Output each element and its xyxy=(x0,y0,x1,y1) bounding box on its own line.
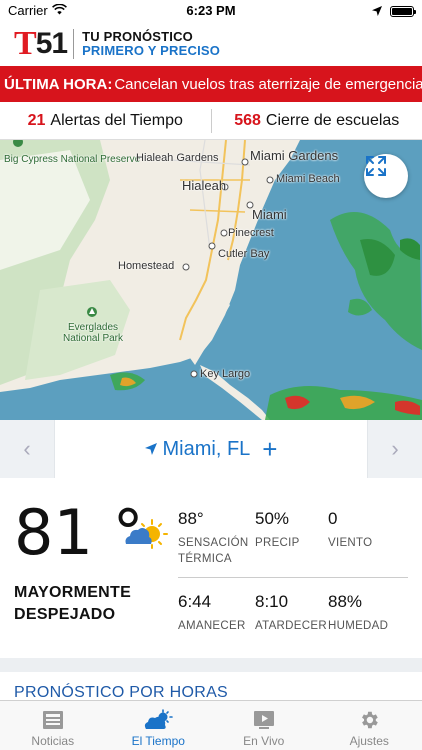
condition-line-1: MAYORMENTE xyxy=(14,584,132,601)
status-bar: Carrier 6:23 PM xyxy=(0,0,422,22)
next-location-button[interactable]: › xyxy=(368,436,422,462)
tab-bar: Noticias El Tiempo En Vivo Ajustes xyxy=(0,700,422,750)
status-time: 6:23 PM xyxy=(186,3,236,18)
map-label-miami-beach: Miami Beach xyxy=(276,173,340,185)
breaking-news-text: Cancelan vuelos tras aterrizaje de emerg… xyxy=(114,75,422,93)
map-label-pinecrest: Pinecrest xyxy=(228,227,274,239)
radar-map[interactable]: Big Cypress National Preserve Hialeah Ga… xyxy=(0,140,422,420)
chevron-right-icon: › xyxy=(391,436,399,461)
school-closings-label: Cierre de escuelas xyxy=(265,111,400,129)
feels-like-label-2: TÉRMICA xyxy=(178,552,232,565)
humidity-value: 88% xyxy=(328,592,363,611)
precip-label: PRECIP xyxy=(255,537,300,549)
map-label-hialeah: Hialeah xyxy=(182,178,227,193)
map-label-cutler-bay: Cutler Bay xyxy=(218,248,270,260)
breaking-news-banner[interactable]: ÚLTIMA HORA: Cancelan vuelos tras aterri… xyxy=(0,66,422,102)
tagline: TU PRONÓSTICO PRIMERO Y PRECISO xyxy=(82,30,220,57)
map-label-hialeah-gardens: Hialeah Gardens xyxy=(136,152,219,164)
location-services-icon xyxy=(372,4,382,19)
school-closings-link[interactable]: 568 Cierre de escuelas xyxy=(212,102,422,139)
feels-like-label: SENSACIÓN TÉRMICA xyxy=(178,536,248,567)
tab-settings[interactable]: Ajustes xyxy=(317,701,422,750)
wind-value: 0 xyxy=(328,509,338,528)
condition-text: MAYORMENTE DESPEJADO xyxy=(14,582,131,625)
add-location-button[interactable]: + xyxy=(262,436,277,462)
tab-settings-label: Ajustes xyxy=(349,734,389,748)
location-name: Miami, FL xyxy=(162,437,251,460)
map-label-miami: Miami xyxy=(252,207,287,222)
weather-alerts-count: 21 xyxy=(27,111,46,129)
partly-cloudy-icon xyxy=(122,518,168,557)
breaking-news-tag: ÚLTIMA HORA: xyxy=(4,75,113,93)
logo-letter: T xyxy=(14,25,37,62)
current-conditions: 81 ° MAYORMENTE DESPEJADO 88° SENSACIÓN … xyxy=(0,478,422,658)
stats-divider xyxy=(178,577,408,578)
map-label-miami-gardens: Miami Gardens xyxy=(250,148,339,163)
weather-alerts-link[interactable]: 21 Alertas del Tiempo xyxy=(0,102,211,139)
map-label-key-largo: Key Largo xyxy=(200,368,251,380)
sunset-value: 8:10 xyxy=(255,592,289,611)
chevron-left-icon: ‹ xyxy=(23,436,31,461)
previous-location-button[interactable]: ‹ xyxy=(0,436,54,462)
sunrise-label: AMANECER xyxy=(178,620,246,632)
tab-live-label: En Vivo xyxy=(243,734,285,748)
tagline-line-1: TU PRONÓSTICO xyxy=(82,29,193,45)
condition-line-2: DESPEJADO xyxy=(14,605,116,623)
humidity-label: HUMEDAD xyxy=(328,620,389,632)
news-icon xyxy=(42,709,64,731)
sunset-label: ATARDECER xyxy=(255,620,327,632)
park-marker-icon xyxy=(87,307,97,317)
location-selector: ‹ Miami, FL + › xyxy=(0,420,422,478)
map-label-big-cypress: Big Cypress National Preserve xyxy=(4,154,141,165)
wind-label: VIENTO xyxy=(328,537,373,549)
app-header: T 51 TU PRONÓSTICO PRIMERO Y PRECISO xyxy=(0,22,422,66)
feels-like-value: 88° xyxy=(178,509,204,528)
logo-number: 51 xyxy=(35,27,68,60)
telemundo-51-logo[interactable]: T 51 xyxy=(14,25,68,62)
battery-icon xyxy=(390,6,416,17)
school-closings-count: 568 xyxy=(234,111,261,129)
section-gap xyxy=(0,658,422,672)
feels-like-label-1: SENSACIÓN xyxy=(178,537,249,549)
precip-value: 50% xyxy=(255,509,290,528)
tab-weather-label: El Tiempo xyxy=(131,734,185,748)
live-tv-icon xyxy=(253,709,275,731)
tagline-line-2: PRIMERO Y PRECISO xyxy=(82,43,221,58)
weather-icon xyxy=(143,709,174,731)
logo-divider xyxy=(73,29,75,59)
fullscreen-map-button[interactable] xyxy=(364,154,408,198)
location-arrow-icon xyxy=(144,438,157,461)
weather-alerts-label: Alertas del Tiempo xyxy=(50,111,183,129)
tab-news[interactable]: Noticias xyxy=(0,701,106,750)
gear-icon xyxy=(358,709,380,731)
map-label-homestead: Homestead xyxy=(118,260,175,272)
tab-weather[interactable]: El Tiempo xyxy=(106,701,212,750)
tab-news-label: Noticias xyxy=(31,734,75,748)
map-label-everglades: Everglades National Park xyxy=(62,322,124,344)
current-location[interactable]: Miami, FL + xyxy=(54,420,368,478)
alerts-bar: 21 Alertas del Tiempo 568 Cierre de escu… xyxy=(0,102,422,140)
tab-live[interactable]: En Vivo xyxy=(211,701,317,750)
sunrise-value: 6:44 xyxy=(178,592,212,611)
